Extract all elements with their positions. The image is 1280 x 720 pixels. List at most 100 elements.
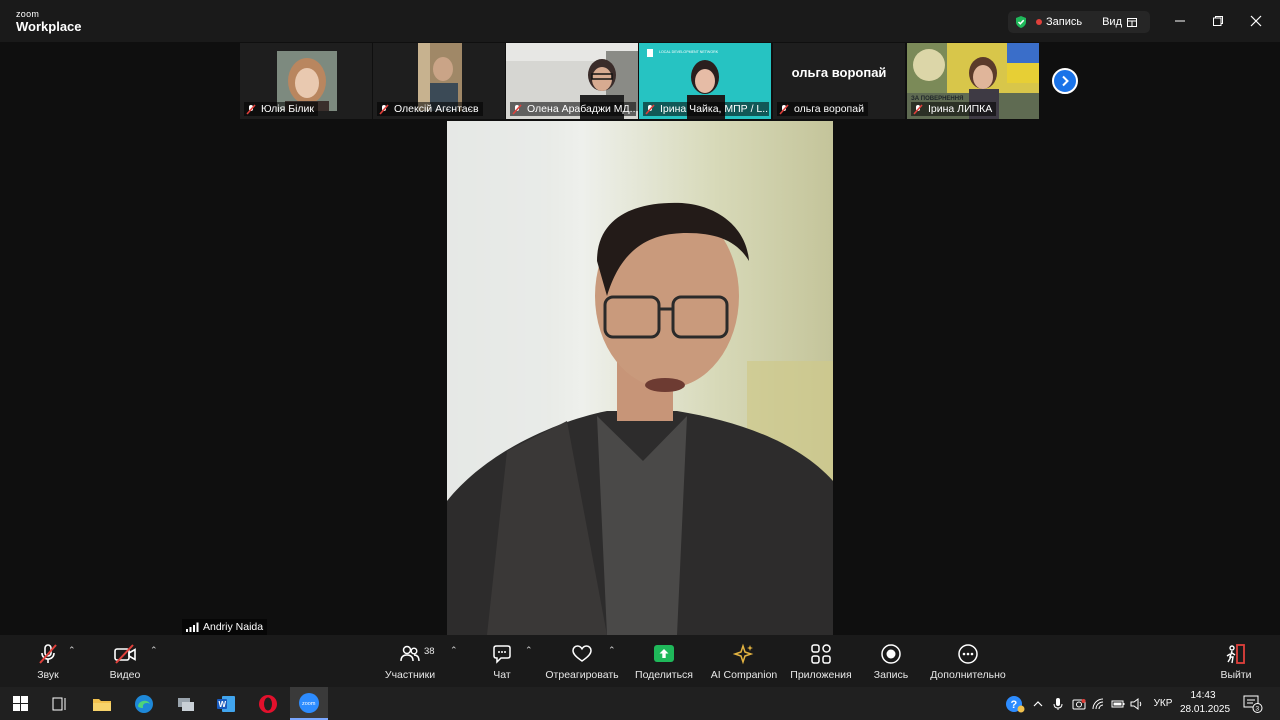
clock-time: 14:43 [1190, 690, 1216, 701]
participant-name: Юлія Білик [261, 103, 315, 115]
participant-name: Олена Арабаджи МД... [527, 103, 636, 115]
more-button[interactable]: Дополнительно [928, 635, 1008, 687]
video-options-caret[interactable]: ⌃ [150, 645, 158, 656]
network-app-icon [178, 697, 194, 711]
chat-icon [493, 645, 511, 664]
tray-show-hidden[interactable] [1030, 687, 1046, 720]
taskbar-file-explorer[interactable] [88, 687, 116, 720]
leave-label: Выйти [1220, 669, 1252, 681]
meeting-controls-toolbar: Звук ⌃ Видео ⌃ Участники ⌃ Чат ⌃ Отреаги… [0, 635, 1280, 687]
leave-button[interactable]: Выйти [1218, 635, 1254, 687]
zoom-app-window: zoom Workplace Запись Вид Юлія Білик Оле… [0, 0, 1280, 720]
active-speaker-name-tag: Andriy Naida [182, 619, 268, 635]
recording-dot [1036, 19, 1042, 25]
video-button[interactable]: Видео [104, 635, 146, 687]
react-options-caret[interactable]: ⌃ [608, 645, 616, 656]
tray-network[interactable] [1091, 687, 1107, 720]
view-button[interactable]: Вид [1102, 16, 1122, 28]
taskbar-edge[interactable] [130, 687, 158, 720]
task-view-button[interactable] [48, 687, 72, 720]
chevron-right-icon [1062, 75, 1069, 87]
participants-options-caret[interactable]: ⌃ [450, 645, 458, 656]
tray-help[interactable]: ? [1004, 687, 1026, 720]
notification-icon: 3 [1243, 695, 1263, 713]
chevron-up-icon [1033, 700, 1043, 706]
mic-muted-icon [39, 644, 57, 664]
participant-name-tag: Ірина Чайка, МПР / L... [643, 102, 769, 116]
heart-icon [572, 645, 592, 662]
participants-button[interactable]: Участники [382, 635, 438, 687]
logo-text-small: zoom [16, 9, 40, 19]
minimize-button[interactable] [1168, 10, 1192, 32]
notification-count: 3 [1256, 705, 1260, 712]
ai-companion-button[interactable]: AI Companion [710, 635, 778, 687]
mic-muted-icon [379, 103, 389, 115]
participant-tile[interactable]: Олексій Агєнтаєв [373, 43, 505, 119]
gallery-next-page-button[interactable] [1052, 68, 1078, 94]
chat-button[interactable]: Чат [488, 635, 516, 687]
chat-options-caret[interactable]: ⌃ [525, 645, 533, 656]
participant-tile[interactable]: LOCAL DEVELOPMENT NETWORK Ірина Чайка, М… [639, 43, 771, 119]
zoom-workplace-logo: zoom Workplace [16, 9, 82, 34]
tray-language[interactable]: УКР [1150, 687, 1176, 720]
close-button[interactable] [1244, 10, 1268, 32]
wifi-icon [1092, 698, 1104, 709]
taskbar-clock[interactable]: 14:43 28.01.2025 [1180, 689, 1231, 717]
audio-options-caret[interactable]: ⌃ [68, 645, 76, 656]
start-button[interactable] [8, 687, 32, 720]
participants-count: 38 [424, 646, 435, 657]
language-indicator: УКР [1153, 698, 1173, 709]
apps-button[interactable]: Приложения [788, 635, 854, 687]
participant-tile[interactable]: ЗА ПОВЕРНЕННЯ Ірина ЛИПКА [907, 43, 1039, 119]
task-view-icon [52, 697, 66, 710]
more-label: Дополнительно [930, 669, 1006, 681]
tray-volume[interactable] [1129, 687, 1145, 720]
share-label: Поделиться [635, 669, 693, 681]
restore-icon [1213, 16, 1223, 26]
taskbar-word[interactable]: W [212, 687, 240, 720]
svg-text:W: W [219, 700, 227, 709]
apps-label: Приложения [790, 669, 852, 681]
chat-label: Чат [493, 669, 511, 681]
video-off-icon [114, 644, 136, 664]
participant-gallery-strip: Юлія Білик Олексій Агєнтаєв Олена Арабад… [240, 43, 1040, 119]
apps-icon [811, 644, 831, 664]
leave-icon [1226, 644, 1245, 664]
participant-name: ольга воропай [794, 103, 864, 115]
participant-name: Ірина ЛИПКА [928, 103, 993, 115]
record-label: Запись [873, 669, 909, 681]
taskbar-app[interactable] [172, 687, 200, 720]
participant-name-tag: Олена Арабаджи МД... [510, 102, 636, 116]
microphone-icon [1053, 697, 1063, 710]
tray-microphone[interactable] [1050, 687, 1066, 720]
react-button[interactable]: Отреагировать [545, 635, 619, 687]
tray-camera[interactable] [1070, 687, 1088, 720]
share-button[interactable]: Поделиться [635, 635, 693, 687]
camera-in-use-icon [1072, 698, 1086, 709]
participant-tile[interactable]: Олена Арабаджи МД... [506, 43, 638, 119]
taskbar-zoom[interactable]: zoom [290, 687, 328, 720]
close-icon [1250, 15, 1262, 27]
clock-date: 28.01.2025 [1180, 704, 1231, 715]
record-button[interactable]: Запись [870, 635, 912, 687]
participant-tile[interactable]: Юлія Білик [240, 43, 372, 119]
participant-name: Олексій Агєнтаєв [394, 103, 479, 115]
word-icon: W [217, 695, 235, 712]
participant-name-tag: ольга воропай [777, 102, 868, 116]
connection-signal-icon [186, 622, 199, 632]
participant-name-tag: Юлія Білик [244, 102, 319, 116]
mic-muted-icon [512, 103, 522, 115]
participant-tile[interactable]: ольга воропай ольга воропай [773, 43, 905, 119]
taskbar-opera[interactable] [254, 687, 282, 720]
grid-view-icon [1127, 17, 1137, 27]
tile-logo-text: LOCAL DEVELOPMENT NETWORK [659, 50, 719, 54]
ai-label: AI Companion [710, 669, 778, 681]
tray-battery[interactable] [1110, 687, 1126, 720]
restore-button[interactable] [1206, 10, 1230, 32]
meeting-status-pill[interactable]: Запись Вид [1008, 11, 1150, 33]
notification-center-button[interactable]: 3 [1240, 687, 1266, 720]
sparkle-icon [733, 643, 754, 665]
participant-display-name: ольга воропай [791, 65, 887, 80]
audio-button[interactable]: Звук [28, 635, 68, 687]
help-badge-icon: ? [1006, 695, 1025, 712]
